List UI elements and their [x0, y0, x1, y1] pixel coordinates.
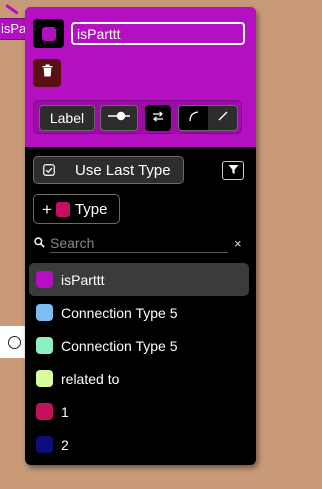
- connection-type-editor: Label: [25, 7, 256, 465]
- clear-search-icon[interactable]: ×: [234, 236, 242, 252]
- arrow-direction-icon: [106, 109, 132, 127]
- type-color-swatch: [36, 271, 53, 288]
- type-label: related to: [61, 370, 120, 387]
- trash-icon: [42, 64, 53, 82]
- swap-direction-button[interactable]: [145, 105, 171, 131]
- curved-line-button[interactable]: [179, 106, 208, 130]
- type-label: 2: [61, 436, 69, 453]
- type-list-item[interactable]: Connection Type 5: [29, 329, 249, 362]
- arrow-direction-button[interactable]: [100, 105, 138, 131]
- search-icon: [34, 237, 45, 248]
- type-color-swatch: [36, 304, 53, 321]
- new-type-color-swatch: [55, 201, 70, 217]
- filter-button[interactable]: [222, 161, 244, 180]
- curved-line-icon: [188, 109, 200, 127]
- type-list-item[interactable]: related to: [29, 362, 249, 395]
- type-color-swatch: [36, 337, 53, 354]
- use-last-type-button[interactable]: Use Last Type: [33, 156, 184, 184]
- straight-line-button[interactable]: [208, 106, 237, 130]
- type-label: Connection Type 5: [61, 304, 178, 321]
- edge-style-toolbar: Label: [33, 100, 242, 134]
- connection-type-list: isParttt Connection Type 5 Connection Type…: [29, 263, 249, 461]
- type-label: 1: [61, 403, 69, 420]
- type-list-item[interactable]: 2: [29, 428, 249, 461]
- search-input[interactable]: [50, 234, 228, 253]
- type-list-item[interactable]: Connection Type 5: [29, 296, 249, 329]
- plus-icon: +: [42, 199, 52, 219]
- straight-line-icon: [217, 109, 229, 127]
- color-picker-button[interactable]: [33, 19, 64, 48]
- type-list-item[interactable]: 1: [29, 395, 249, 428]
- label-button[interactable]: Label: [39, 105, 95, 131]
- delete-button[interactable]: [33, 59, 61, 87]
- filter-icon: [228, 162, 239, 180]
- swap-icon: [152, 109, 164, 127]
- type-color-swatch: [36, 370, 53, 387]
- line-style-toggle: [178, 105, 238, 131]
- type-search: ×: [33, 234, 245, 254]
- add-type-button[interactable]: + Type: [33, 194, 120, 224]
- type-label: Connection Type 5: [61, 337, 178, 354]
- checkbox-icon: [43, 164, 55, 176]
- color-swatch: [41, 26, 56, 41]
- type-list-item[interactable]: isParttt: [29, 263, 249, 296]
- canvas-node-port[interactable]: [8, 336, 21, 349]
- type-color-swatch: [36, 436, 53, 453]
- type-color-swatch: [36, 403, 53, 420]
- editor-header: Label: [25, 7, 256, 147]
- use-last-type-label: Use Last Type: [75, 161, 171, 179]
- canvas-edge-line: [5, 0, 22, 15]
- type-name-input[interactable]: [71, 22, 245, 45]
- type-label: isParttt: [61, 271, 105, 288]
- add-type-label: Type: [74, 200, 108, 218]
